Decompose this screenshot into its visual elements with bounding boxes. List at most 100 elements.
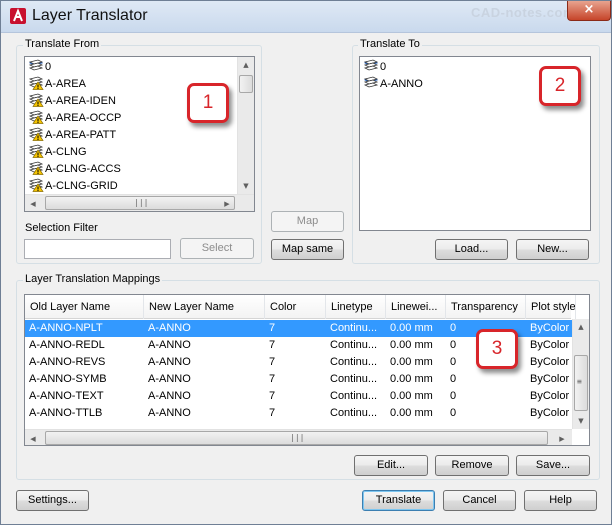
cell-lineweight: 0.00 mm: [390, 373, 433, 385]
cell-transparency: 0: [450, 373, 457, 385]
layer-name: A-AREA-OCCP: [45, 112, 122, 124]
from-layer-item[interactable]: A-AREA-OCCP: [28, 110, 121, 127]
mappings-hscrollbar[interactable]: ◀ ||| ▶: [25, 429, 572, 445]
cell-old-layer-name: A-ANNO-TTLB: [29, 407, 103, 419]
to-layer-item[interactable]: 0: [363, 59, 386, 76]
translate-to-label: Translate To: [358, 38, 422, 50]
scroll-thumb[interactable]: |||: [45, 196, 235, 210]
mappings-table-header: Old Layer Name New Layer Name Color Line…: [25, 295, 576, 319]
grip-icon: |||: [134, 198, 149, 207]
cell-new-layer-name: A-ANNO: [148, 390, 191, 402]
column-header-transparency[interactable]: Transparency: [446, 295, 526, 319]
layer-stack-icon: [363, 76, 379, 88]
cell-linetype: Continu...: [330, 390, 378, 402]
help-button[interactable]: Help: [524, 490, 597, 511]
cell-color: 7: [269, 407, 276, 419]
select-button[interactable]: Select: [180, 238, 254, 259]
cell-new-layer-name: A-ANNO: [148, 339, 191, 351]
selection-filter-input[interactable]: [24, 239, 171, 259]
scroll-thumb[interactable]: [239, 75, 253, 93]
scroll-right-arrow-icon[interactable]: ▶: [219, 199, 235, 209]
column-header-linetype[interactable]: Linetype: [326, 295, 386, 319]
layer-name: A-AREA-PATT: [45, 129, 117, 141]
from-layer-item[interactable]: 0: [28, 59, 51, 76]
layer-stack-icon: [363, 59, 379, 71]
from-layer-item[interactable]: A-AREA: [28, 76, 86, 93]
layer-name: A-ANNO: [380, 78, 423, 90]
callout-1: 1: [187, 83, 229, 123]
cell-linetype: Continu...: [330, 322, 378, 334]
grip-icon: ≡: [577, 377, 582, 386]
table-row[interactable]: A-ANNO-TTLB A-ANNO 7 Continu... 0.00 mm 0 ByCo…: [25, 405, 572, 422]
cell-transparency: 0: [450, 390, 457, 402]
cell-plot-style: ByColor: [530, 356, 570, 368]
from-list-vscrollbar[interactable]: ▲ ▼: [237, 57, 254, 194]
from-layer-item[interactable]: A-CLNG-GRID: [28, 178, 118, 195]
column-header-lineweight[interactable]: Linewei...: [386, 295, 446, 319]
layer-warning-icon: [28, 76, 44, 90]
scroll-right-arrow-icon[interactable]: ▶: [554, 434, 570, 444]
translate-from-list[interactable]: 0 A-AREA A-AREA-IDEN A-AREA-OCCP A-AREA-PATT…: [24, 56, 255, 212]
scroll-left-arrow-icon[interactable]: ◀: [25, 434, 41, 444]
layer-name: 0: [380, 61, 387, 73]
new-button[interactable]: New...: [516, 239, 589, 260]
cell-linetype: Continu...: [330, 373, 378, 385]
cell-plot-style: ByColor: [530, 390, 570, 402]
map-button[interactable]: Map: [271, 211, 344, 232]
table-row[interactable]: A-ANNO-SYMB A-ANNO 7 Continu... 0.00 mm 0 ByCo…: [25, 371, 572, 388]
mappings-label: Layer Translation Mappings: [23, 273, 163, 285]
cell-lineweight: 0.00 mm: [390, 339, 433, 351]
cell-lineweight: 0.00 mm: [390, 390, 433, 402]
to-layer-item[interactable]: A-ANNO: [363, 76, 423, 93]
from-layer-item[interactable]: A-CLNG-ACCS: [28, 161, 121, 178]
column-header-old-layer-name[interactable]: Old Layer Name: [25, 295, 144, 319]
title-bar[interactable]: Layer Translator CAD-notes.com ×: [1, 1, 611, 33]
table-row[interactable]: A-ANNO-TEXT A-ANNO 7 Continu... 0.00 mm 0 ByCo…: [25, 388, 572, 405]
cell-old-layer-name: A-ANNO-TEXT: [29, 390, 104, 402]
map-same-button[interactable]: Map same: [271, 239, 344, 260]
layer-warning-icon: [28, 127, 44, 141]
layer-stack-icon: [28, 59, 44, 71]
watermark: CAD-notes.com: [471, 5, 576, 20]
scroll-down-arrow-icon[interactable]: ▼: [238, 181, 254, 191]
save-button[interactable]: Save...: [516, 455, 590, 476]
mappings-table[interactable]: Old Layer Name New Layer Name Color Line…: [24, 294, 590, 446]
mappings-vscrollbar[interactable]: ▲ ≡ ▼: [572, 319, 589, 429]
cancel-button[interactable]: Cancel: [443, 490, 516, 511]
column-header-plot-style[interactable]: Plot style: [526, 295, 576, 319]
scroll-left-arrow-icon[interactable]: ◀: [25, 199, 41, 209]
from-layer-item[interactable]: A-AREA-PATT: [28, 127, 116, 144]
cell-lineweight: 0.00 mm: [390, 356, 433, 368]
load-button[interactable]: Load...: [435, 239, 508, 260]
scroll-up-arrow-icon[interactable]: ▲: [573, 322, 589, 332]
settings-button[interactable]: Settings...: [16, 490, 89, 511]
from-layer-item[interactable]: A-CLNG: [28, 144, 87, 161]
from-layer-item[interactable]: A-AREA-IDEN: [28, 93, 116, 110]
cell-old-layer-name: A-ANNO-REVS: [29, 356, 106, 368]
scroll-up-arrow-icon[interactable]: ▲: [238, 60, 254, 70]
scroll-thumb[interactable]: ≡: [574, 355, 588, 411]
column-header-new-layer-name[interactable]: New Layer Name: [144, 295, 265, 319]
cell-plot-style: ByColor: [530, 407, 570, 419]
edit-button[interactable]: Edit...: [354, 455, 428, 476]
callout-3: 3: [476, 329, 518, 369]
from-list-hscrollbar[interactable]: ◀ ||| ▶: [25, 194, 254, 211]
scroll-down-arrow-icon[interactable]: ▼: [573, 416, 589, 426]
cell-old-layer-name: A-ANNO-NPLT: [29, 322, 103, 334]
layer-name: A-AREA-IDEN: [45, 95, 116, 107]
translate-from-label: Translate From: [23, 38, 102, 50]
layer-warning-icon: [28, 161, 44, 175]
cell-color: 7: [269, 373, 276, 385]
cell-old-layer-name: A-ANNO-REDL: [29, 339, 105, 351]
column-header-color[interactable]: Color: [265, 295, 326, 319]
cell-new-layer-name: A-ANNO: [148, 322, 191, 334]
scroll-thumb[interactable]: |||: [45, 431, 548, 445]
translate-button[interactable]: Translate: [362, 490, 435, 511]
cell-color: 7: [269, 322, 276, 334]
callout-2: 2: [539, 66, 581, 106]
close-button[interactable]: ×: [567, 1, 611, 21]
layer-warning-icon: [28, 110, 44, 124]
autocad-a-icon: [10, 8, 26, 24]
remove-button[interactable]: Remove: [435, 455, 509, 476]
cell-linetype: Continu...: [330, 407, 378, 419]
